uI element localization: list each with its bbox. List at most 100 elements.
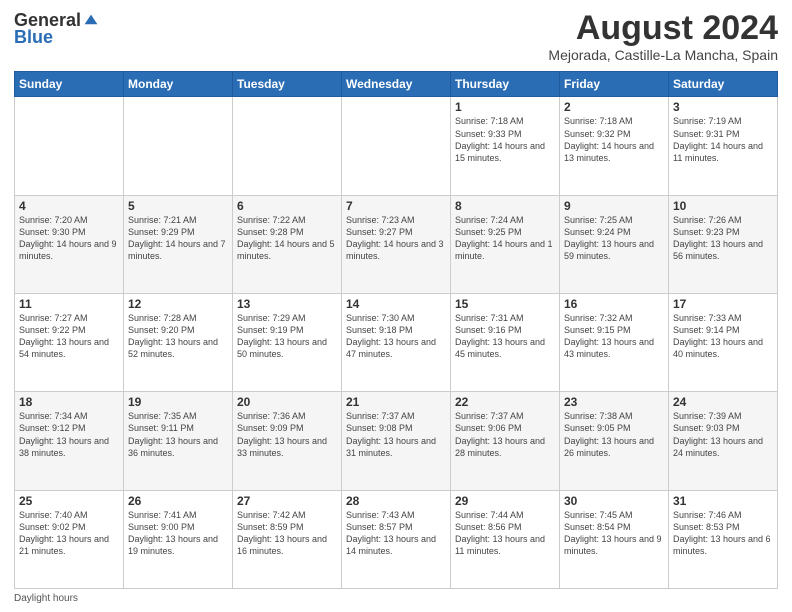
day-cell xyxy=(233,97,342,195)
day-info: Sunrise: 7:26 AM Sunset: 9:23 PM Dayligh… xyxy=(673,214,773,263)
day-info: Sunrise: 7:45 AM Sunset: 8:54 PM Dayligh… xyxy=(564,509,664,558)
day-info: Sunrise: 7:32 AM Sunset: 9:15 PM Dayligh… xyxy=(564,312,664,361)
day-info: Sunrise: 7:34 AM Sunset: 9:12 PM Dayligh… xyxy=(19,410,119,459)
day-info: Sunrise: 7:44 AM Sunset: 8:56 PM Dayligh… xyxy=(455,509,555,558)
day-info: Sunrise: 7:43 AM Sunset: 8:57 PM Dayligh… xyxy=(346,509,446,558)
day-cell: 17Sunrise: 7:33 AM Sunset: 9:14 PM Dayli… xyxy=(669,294,778,392)
day-info: Sunrise: 7:40 AM Sunset: 9:02 PM Dayligh… xyxy=(19,509,119,558)
day-info: Sunrise: 7:39 AM Sunset: 9:03 PM Dayligh… xyxy=(673,410,773,459)
day-info: Sunrise: 7:19 AM Sunset: 9:31 PM Dayligh… xyxy=(673,115,773,164)
day-cell: 26Sunrise: 7:41 AM Sunset: 9:00 PM Dayli… xyxy=(124,490,233,588)
day-number: 1 xyxy=(455,100,555,114)
day-number: 28 xyxy=(346,494,446,508)
column-header-friday: Friday xyxy=(560,72,669,97)
day-cell: 19Sunrise: 7:35 AM Sunset: 9:11 PM Dayli… xyxy=(124,392,233,490)
day-info: Sunrise: 7:35 AM Sunset: 9:11 PM Dayligh… xyxy=(128,410,228,459)
daylight-label: Daylight hours xyxy=(14,593,78,604)
calendar-table: SundayMondayTuesdayWednesdayThursdayFrid… xyxy=(14,71,778,589)
day-info: Sunrise: 7:23 AM Sunset: 9:27 PM Dayligh… xyxy=(346,214,446,263)
day-number: 24 xyxy=(673,395,773,409)
column-header-saturday: Saturday xyxy=(669,72,778,97)
day-info: Sunrise: 7:24 AM Sunset: 9:25 PM Dayligh… xyxy=(455,214,555,263)
month-title: August 2024 xyxy=(548,10,778,47)
day-info: Sunrise: 7:25 AM Sunset: 9:24 PM Dayligh… xyxy=(564,214,664,263)
day-number: 29 xyxy=(455,494,555,508)
day-cell: 6Sunrise: 7:22 AM Sunset: 9:28 PM Daylig… xyxy=(233,195,342,293)
day-number: 6 xyxy=(237,199,337,213)
day-number: 25 xyxy=(19,494,119,508)
day-cell: 9Sunrise: 7:25 AM Sunset: 9:24 PM Daylig… xyxy=(560,195,669,293)
day-info: Sunrise: 7:21 AM Sunset: 9:29 PM Dayligh… xyxy=(128,214,228,263)
day-number: 19 xyxy=(128,395,228,409)
day-info: Sunrise: 7:46 AM Sunset: 8:53 PM Dayligh… xyxy=(673,509,773,558)
day-number: 4 xyxy=(19,199,119,213)
day-cell: 5Sunrise: 7:21 AM Sunset: 9:29 PM Daylig… xyxy=(124,195,233,293)
day-info: Sunrise: 7:18 AM Sunset: 9:32 PM Dayligh… xyxy=(564,115,664,164)
week-row-4: 18Sunrise: 7:34 AM Sunset: 9:12 PM Dayli… xyxy=(15,392,778,490)
day-info: Sunrise: 7:33 AM Sunset: 9:14 PM Dayligh… xyxy=(673,312,773,361)
footer-note: Daylight hours xyxy=(14,593,778,604)
day-info: Sunrise: 7:42 AM Sunset: 8:59 PM Dayligh… xyxy=(237,509,337,558)
day-number: 14 xyxy=(346,297,446,311)
column-header-sunday: Sunday xyxy=(15,72,124,97)
day-cell: 22Sunrise: 7:37 AM Sunset: 9:06 PM Dayli… xyxy=(451,392,560,490)
day-cell: 13Sunrise: 7:29 AM Sunset: 9:19 PM Dayli… xyxy=(233,294,342,392)
column-header-monday: Monday xyxy=(124,72,233,97)
day-cell: 8Sunrise: 7:24 AM Sunset: 9:25 PM Daylig… xyxy=(451,195,560,293)
page: General Blue August 2024 Mejorada, Casti… xyxy=(0,0,792,612)
day-info: Sunrise: 7:30 AM Sunset: 9:18 PM Dayligh… xyxy=(346,312,446,361)
day-cell: 28Sunrise: 7:43 AM Sunset: 8:57 PM Dayli… xyxy=(342,490,451,588)
day-cell: 23Sunrise: 7:38 AM Sunset: 9:05 PM Dayli… xyxy=(560,392,669,490)
calendar-header-row: SundayMondayTuesdayWednesdayThursdayFrid… xyxy=(15,72,778,97)
day-cell: 12Sunrise: 7:28 AM Sunset: 9:20 PM Dayli… xyxy=(124,294,233,392)
day-cell: 20Sunrise: 7:36 AM Sunset: 9:09 PM Dayli… xyxy=(233,392,342,490)
day-cell: 14Sunrise: 7:30 AM Sunset: 9:18 PM Dayli… xyxy=(342,294,451,392)
day-info: Sunrise: 7:31 AM Sunset: 9:16 PM Dayligh… xyxy=(455,312,555,361)
day-cell: 18Sunrise: 7:34 AM Sunset: 9:12 PM Dayli… xyxy=(15,392,124,490)
day-number: 15 xyxy=(455,297,555,311)
day-number: 8 xyxy=(455,199,555,213)
column-header-thursday: Thursday xyxy=(451,72,560,97)
title-area: August 2024 Mejorada, Castille-La Mancha… xyxy=(548,10,778,63)
day-cell: 24Sunrise: 7:39 AM Sunset: 9:03 PM Dayli… xyxy=(669,392,778,490)
day-number: 31 xyxy=(673,494,773,508)
day-number: 20 xyxy=(237,395,337,409)
day-info: Sunrise: 7:18 AM Sunset: 9:33 PM Dayligh… xyxy=(455,115,555,164)
week-row-3: 11Sunrise: 7:27 AM Sunset: 9:22 PM Dayli… xyxy=(15,294,778,392)
week-row-2: 4Sunrise: 7:20 AM Sunset: 9:30 PM Daylig… xyxy=(15,195,778,293)
logo: General Blue xyxy=(14,10,99,48)
day-number: 3 xyxy=(673,100,773,114)
column-header-tuesday: Tuesday xyxy=(233,72,342,97)
day-info: Sunrise: 7:37 AM Sunset: 9:08 PM Dayligh… xyxy=(346,410,446,459)
day-cell: 31Sunrise: 7:46 AM Sunset: 8:53 PM Dayli… xyxy=(669,490,778,588)
day-number: 26 xyxy=(128,494,228,508)
day-cell: 4Sunrise: 7:20 AM Sunset: 9:30 PM Daylig… xyxy=(15,195,124,293)
day-info: Sunrise: 7:20 AM Sunset: 9:30 PM Dayligh… xyxy=(19,214,119,263)
day-info: Sunrise: 7:41 AM Sunset: 9:00 PM Dayligh… xyxy=(128,509,228,558)
day-number: 2 xyxy=(564,100,664,114)
day-cell: 29Sunrise: 7:44 AM Sunset: 8:56 PM Dayli… xyxy=(451,490,560,588)
day-info: Sunrise: 7:38 AM Sunset: 9:05 PM Dayligh… xyxy=(564,410,664,459)
day-cell: 27Sunrise: 7:42 AM Sunset: 8:59 PM Dayli… xyxy=(233,490,342,588)
day-cell: 7Sunrise: 7:23 AM Sunset: 9:27 PM Daylig… xyxy=(342,195,451,293)
day-info: Sunrise: 7:28 AM Sunset: 9:20 PM Dayligh… xyxy=(128,312,228,361)
day-number: 16 xyxy=(564,297,664,311)
day-number: 30 xyxy=(564,494,664,508)
day-cell: 2Sunrise: 7:18 AM Sunset: 9:32 PM Daylig… xyxy=(560,97,669,195)
day-cell xyxy=(342,97,451,195)
day-number: 10 xyxy=(673,199,773,213)
location: Mejorada, Castille-La Mancha, Spain xyxy=(548,47,778,63)
day-cell: 15Sunrise: 7:31 AM Sunset: 9:16 PM Dayli… xyxy=(451,294,560,392)
week-row-5: 25Sunrise: 7:40 AM Sunset: 9:02 PM Dayli… xyxy=(15,490,778,588)
logo-icon xyxy=(83,13,99,29)
day-cell: 10Sunrise: 7:26 AM Sunset: 9:23 PM Dayli… xyxy=(669,195,778,293)
column-header-wednesday: Wednesday xyxy=(342,72,451,97)
day-number: 7 xyxy=(346,199,446,213)
day-number: 22 xyxy=(455,395,555,409)
logo-blue-text: Blue xyxy=(14,27,53,48)
day-number: 17 xyxy=(673,297,773,311)
day-number: 21 xyxy=(346,395,446,409)
day-cell xyxy=(124,97,233,195)
day-number: 12 xyxy=(128,297,228,311)
day-info: Sunrise: 7:22 AM Sunset: 9:28 PM Dayligh… xyxy=(237,214,337,263)
